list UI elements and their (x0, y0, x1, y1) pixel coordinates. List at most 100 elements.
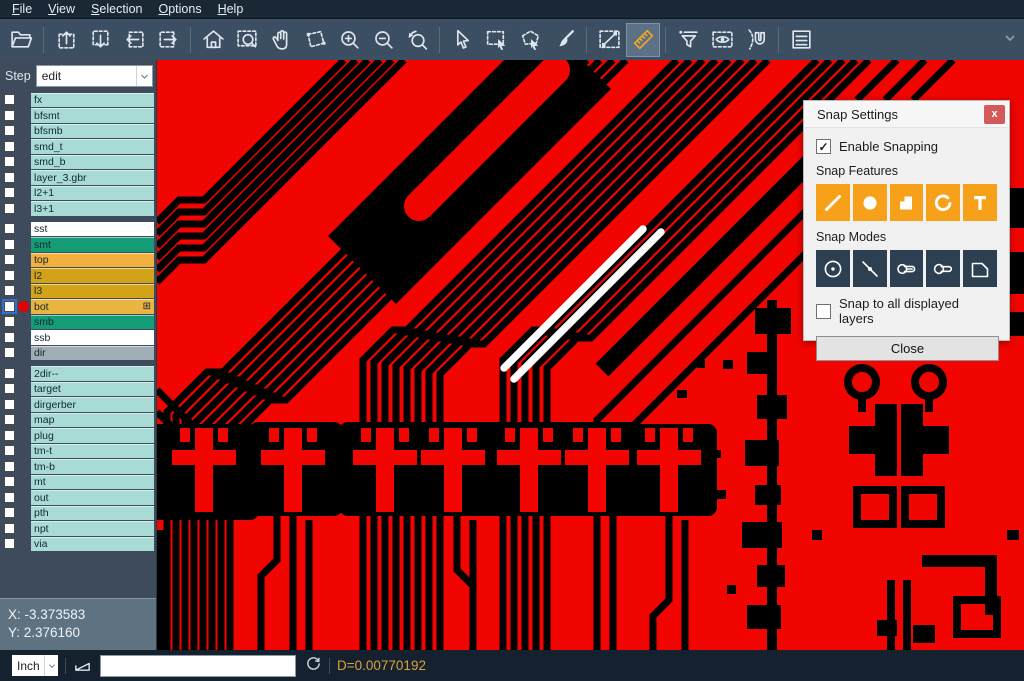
layer-visibility-checkbox[interactable] (4, 270, 15, 281)
overflow-chevron-icon[interactable] (1004, 31, 1016, 49)
layer-label-bar[interactable]: npt (31, 521, 154, 536)
layer-label-bar[interactable]: smb (31, 315, 154, 330)
layer-row[interactable]: layer_3.gbr (0, 170, 156, 186)
layer-visibility-checkbox[interactable] (4, 476, 15, 487)
command-input[interactable] (100, 655, 296, 677)
layer-row[interactable]: l3 (0, 283, 156, 299)
layer-row[interactable]: top (0, 252, 156, 268)
layer-visibility-checkbox[interactable] (4, 383, 15, 394)
zoom-out-icon[interactable] (366, 23, 400, 57)
layer-label-bar[interactable]: tm-t (31, 444, 154, 459)
zoom-polygon-icon[interactable] (298, 23, 332, 57)
open-icon[interactable] (4, 23, 38, 57)
layer-label-bar[interactable]: smd_t (31, 139, 154, 154)
layer-visibility-checkbox[interactable] (4, 94, 15, 105)
layer-visibility-checkbox[interactable] (4, 368, 15, 379)
snap-mode-center-button[interactable] (816, 250, 850, 287)
layer-visibility-checkbox[interactable] (4, 430, 15, 441)
layer-label-bar[interactable]: smt (31, 237, 154, 252)
snap-feature-line-button[interactable] (816, 184, 850, 221)
layer-visibility-checkbox[interactable] (4, 223, 15, 234)
layer-label-bar[interactable]: top (31, 253, 154, 268)
layer-row[interactable]: dirgerber (0, 397, 156, 413)
snap-mode-slot-center-button[interactable] (890, 250, 924, 287)
layer-visibility-checkbox[interactable] (4, 141, 15, 152)
layer-row[interactable]: fx (0, 92, 156, 108)
layer-visibility-checkbox[interactable] (4, 110, 15, 121)
layer-label-bar[interactable]: l2+1 (31, 186, 154, 201)
snap-feature-text-button[interactable] (963, 184, 997, 221)
layer-row[interactable]: via (0, 536, 156, 552)
layer-row[interactable]: npt (0, 521, 156, 537)
step-select[interactable]: edit (36, 65, 153, 87)
chevron-down-icon[interactable] (44, 655, 58, 676)
layer-row[interactable]: bot⊞ (0, 299, 156, 315)
layer-row[interactable]: l2 (0, 268, 156, 284)
snap-mode-slot-button[interactable] (926, 250, 960, 287)
layer-visibility-checkbox[interactable] (4, 347, 15, 358)
menu-help[interactable]: Help (210, 0, 252, 19)
layer-row[interactable]: smd_t (0, 139, 156, 155)
layer-visibility-checkbox[interactable] (4, 461, 15, 472)
layer-row[interactable]: plug (0, 428, 156, 444)
snap-mode-contour-button[interactable] (963, 250, 997, 287)
corner-angle-icon[interactable] (73, 654, 92, 678)
layer-visibility-checkbox[interactable] (4, 414, 15, 425)
close-icon[interactable]: x (984, 105, 1005, 124)
layer-visibility-checkbox[interactable] (4, 285, 15, 296)
layer-label-bar[interactable]: l3 (31, 284, 154, 299)
layer-row[interactable]: ssb (0, 330, 156, 346)
layer-row[interactable]: tm-t (0, 443, 156, 459)
layer-row[interactable]: 2dir-- (0, 366, 156, 382)
layer-row[interactable]: sst (0, 221, 156, 237)
layer-row[interactable]: map (0, 412, 156, 428)
snap-all-layers-checkbox[interactable] (816, 304, 831, 319)
close-button[interactable]: Close (816, 336, 999, 361)
layer-label-bar[interactable]: bfsmb (31, 124, 154, 139)
layer-visibility-checkbox[interactable] (4, 239, 15, 250)
layer-row[interactable]: mt (0, 474, 156, 490)
menu-options[interactable]: Options (150, 0, 209, 19)
layer-label-bar[interactable]: bot⊞ (31, 299, 154, 314)
zoom-previous-icon[interactable] (400, 23, 434, 57)
layer-label-bar[interactable]: bfsmt (31, 108, 154, 123)
chevron-down-icon[interactable] (136, 66, 152, 86)
layer-label-bar[interactable]: dirgerber (31, 397, 154, 412)
menu-selection[interactable]: Selection (83, 0, 150, 19)
home-icon[interactable] (196, 23, 230, 57)
layer-visibility-checkbox[interactable] (4, 156, 15, 167)
pan-hand-icon[interactable] (264, 23, 298, 57)
select-arrow-icon[interactable] (445, 23, 479, 57)
layer-row[interactable]: bfsmb (0, 123, 156, 139)
layer-row[interactable]: smt (0, 237, 156, 253)
brush-icon[interactable] (547, 23, 581, 57)
layer-visibility-checkbox[interactable] (4, 187, 15, 198)
layer-visibility-checkbox[interactable] (4, 316, 15, 327)
layer-visibility-checkbox[interactable] (4, 507, 15, 518)
layer-visibility-checkbox[interactable] (4, 492, 15, 503)
layer-row[interactable]: pth (0, 505, 156, 521)
snap-mode-midpoint-button[interactable] (853, 250, 887, 287)
enable-snapping-checkbox[interactable]: ✓ (816, 139, 831, 154)
zoom-region-icon[interactable] (230, 23, 264, 57)
layer-row[interactable]: out (0, 490, 156, 506)
layer-label-bar[interactable]: pth (31, 506, 154, 521)
select-rect-icon[interactable] (479, 23, 513, 57)
layer-visibility-checkbox[interactable] (4, 399, 15, 410)
layer-label-bar[interactable]: ssb (31, 330, 154, 345)
nudge-right-icon[interactable] (151, 23, 185, 57)
layer-row[interactable]: l3+1 (0, 201, 156, 217)
layer-row[interactable]: smd_b (0, 154, 156, 170)
report-icon[interactable] (784, 23, 818, 57)
layer-label-bar[interactable]: target (31, 382, 154, 397)
layer-label-bar[interactable]: l2 (31, 268, 154, 283)
layer-label-bar[interactable]: mt (31, 475, 154, 490)
layer-label-bar[interactable]: plug (31, 428, 154, 443)
layer-label-bar[interactable]: out (31, 490, 154, 505)
ruler-icon[interactable] (626, 23, 660, 57)
layer-row[interactable]: l2+1 (0, 185, 156, 201)
nudge-up-icon[interactable] (49, 23, 83, 57)
layer-visibility-checkbox[interactable] (4, 301, 15, 312)
view-box-icon[interactable] (705, 23, 739, 57)
snap-feature-surface-button[interactable] (890, 184, 924, 221)
